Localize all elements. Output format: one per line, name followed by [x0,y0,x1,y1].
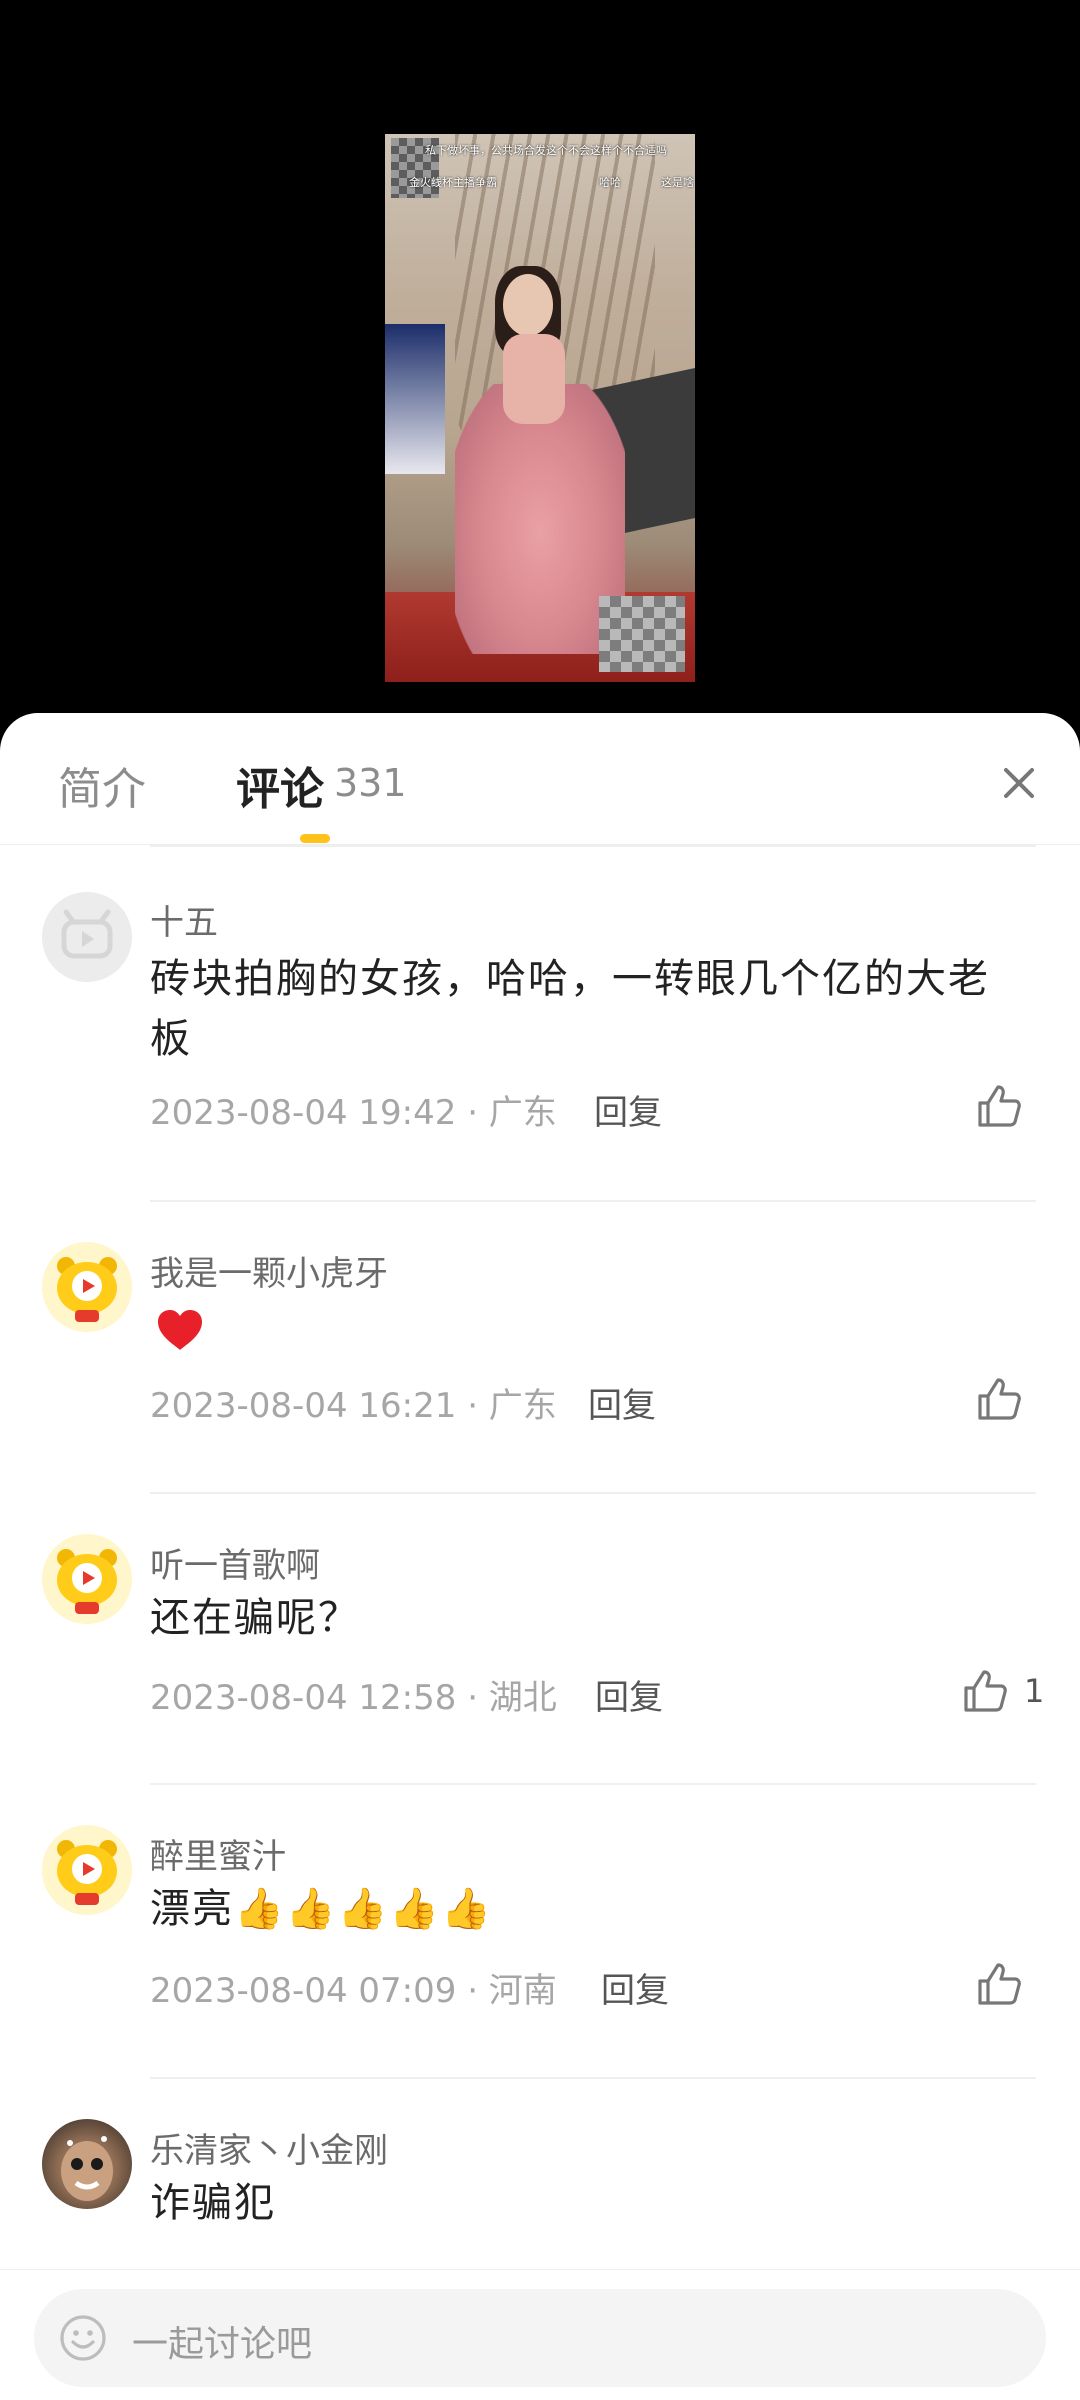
avatar[interactable] [42,2119,132,2209]
comment-sheet: 简介 评论 331 十五 砖块拍胸的女孩，哈哈，一转眼几个亿的大老板 2023-… [0,713,1080,2400]
like-icon[interactable] [974,1374,1024,1424]
like-icon[interactable] [974,1081,1024,1131]
video-person-face [503,274,553,336]
comment-username[interactable]: 醉里蜜汁 [150,1829,286,1878]
photo-avatar-icon [61,2136,113,2201]
tab-comments[interactable]: 评论 [236,753,324,817]
divider [150,2077,1036,2079]
avatar[interactable] [42,1825,132,1915]
heart-icon [158,1310,202,1350]
comment-time-location: 2023-08-04 07:09 · 河南 [150,1971,557,2011]
comment-content: 漂亮👍👍👍👍👍 [150,1886,494,1932]
comment-username[interactable]: 听一首歌啊 [150,1538,320,1587]
comment-username[interactable]: 我是一颗小虎牙 [150,1246,388,1295]
reply-button[interactable]: 回复 [594,1085,662,1134]
divider [150,1200,1036,1202]
comment-content: 诈骗犯 [150,2180,276,2226]
avatar[interactable] [42,1242,132,1332]
comments-count: 331 [334,761,407,805]
comment-time-location: 2023-08-04 16:21 · 广东 [150,1386,557,1426]
tiger-avatar-icon [42,1242,132,1332]
comment-content [150,1300,1030,1369]
video-player[interactable]: 私下做坏事，公共场合发这个不会这样个不合适吗 金火线杯主播争霸 哈哈 这是啥 [0,0,1080,715]
tab-intro[interactable]: 简介 [58,753,146,817]
video-caption-2: 金火线杯主播争霸 [409,176,497,189]
close-icon [1004,768,1034,798]
tiger-avatar-icon [42,1825,132,1915]
video-caption-4: 这是啥 [661,176,694,189]
video-caption-1: 私下做坏事，公共场合发这个不会这样个不合适吗 [425,144,667,157]
video-mosaic-bottom [599,596,685,672]
comment-input-placeholder: 一起讨论吧 [132,2324,313,2365]
reply-button[interactable]: 回复 [601,1963,669,2012]
avatar[interactable] [42,892,132,982]
video-background-chairs [385,324,445,474]
default-avatar-icon [42,892,132,982]
tab-bar: 简介 评论 331 [0,713,1080,845]
tab-active-indicator [300,834,330,843]
like-icon[interactable] [960,1666,1010,1716]
video-person-body [503,334,565,424]
reply-button[interactable]: 回复 [595,1670,663,1719]
close-button[interactable] [993,757,1045,809]
avatar[interactable] [42,1534,132,1624]
emoji-icon[interactable] [58,2313,108,2363]
comment-content: 砖块拍胸的女孩，哈哈，一转眼几个亿的大老板 [150,956,990,1062]
comment-time-location: 2023-08-04 12:58 · 湖北 [150,1678,557,1718]
divider [150,1783,1036,1785]
tiger-avatar-icon [42,1534,132,1624]
comment-username[interactable]: 十五 [150,895,218,944]
divider [150,845,1036,847]
divider [150,1492,1036,1494]
comment-username[interactable]: 乐清家丶小金刚 [150,2123,388,2172]
comment-input[interactable]: 一起讨论吧 [34,2289,1046,2387]
video-frame[interactable]: 私下做坏事，公共场合发这个不会这样个不合适吗 金火线杯主播争霸 哈哈 这是啥 [385,134,695,682]
like-count: 1 [1024,1672,1045,1710]
like-icon[interactable] [974,1959,1024,2009]
comment-input-bar: 一起讨论吧 [0,2269,1080,2400]
comment-content: 还在骗呢？ [150,1595,360,1641]
comment-list[interactable]: 十五 砖块拍胸的女孩，哈哈，一转眼几个亿的大老板 2023-08-04 19:4… [0,845,1080,2275]
reply-button[interactable]: 回复 [588,1378,656,1427]
comment-time-location: 2023-08-04 19:42 · 广东 [150,1093,557,1133]
video-caption-3: 哈哈 [599,176,621,189]
